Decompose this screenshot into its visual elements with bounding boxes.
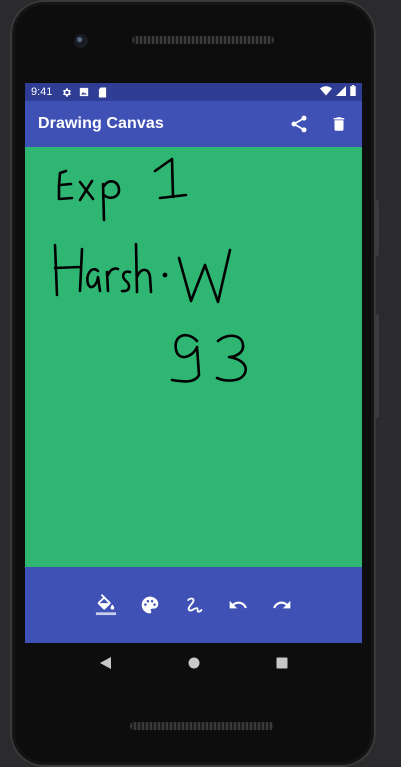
- signal-icon: [336, 85, 346, 99]
- app-title: Drawing Canvas: [38, 115, 164, 132]
- bottom-speaker: [130, 722, 274, 730]
- handwriting-93: [170, 333, 247, 383]
- power-button: [375, 200, 379, 256]
- sd-card-icon: [96, 86, 108, 98]
- system-nav-bar: [25, 643, 362, 683]
- share-icon[interactable]: [288, 113, 310, 135]
- back-icon[interactable]: [99, 657, 112, 669]
- app-bar: Drawing Canvas: [25, 101, 362, 147]
- status-time: 9:41: [31, 86, 53, 98]
- image-icon: [78, 86, 90, 98]
- volume-button: [375, 314, 379, 418]
- front-camera: [74, 34, 88, 48]
- brush-icon[interactable]: [183, 594, 205, 616]
- earpiece-speaker: [132, 36, 274, 44]
- home-icon[interactable]: [188, 657, 200, 669]
- wifi-icon: [320, 85, 332, 99]
- handwriting-harsh-w: [53, 242, 232, 304]
- app-screen: 9:41 Drawing Canvas: [25, 83, 362, 643]
- battery-icon: [350, 85, 356, 99]
- redo-icon[interactable]: [271, 594, 293, 616]
- drawing-canvas[interactable]: [25, 147, 362, 567]
- settings-icon: [60, 86, 72, 98]
- palette-icon[interactable]: [139, 594, 161, 616]
- fill-color-icon[interactable]: [95, 594, 117, 616]
- recents-icon[interactable]: [276, 657, 288, 669]
- delete-icon[interactable]: [328, 113, 350, 135]
- handwriting-drawing: [53, 157, 247, 383]
- status-bar: 9:41: [25, 83, 362, 101]
- handwriting-exp-1: [57, 157, 188, 222]
- bottom-toolbar: [25, 567, 362, 643]
- undo-icon[interactable]: [227, 594, 249, 616]
